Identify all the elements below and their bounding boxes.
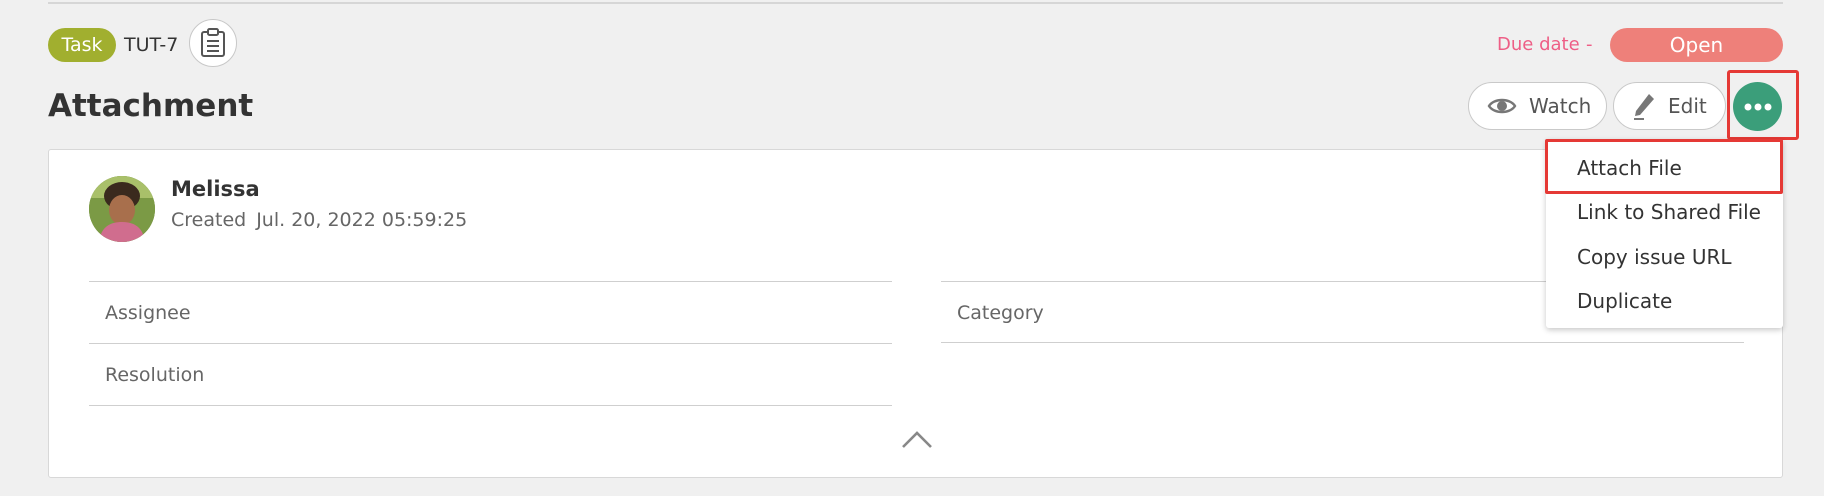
page-title: Attachment <box>48 88 254 124</box>
field-assignee[interactable]: Assignee <box>89 281 892 343</box>
avatar <box>89 176 155 242</box>
created-label: Created <box>171 209 247 231</box>
edit-label: Edit <box>1668 94 1707 118</box>
due-date-label: Due date <box>1497 34 1580 55</box>
issue-key: TUT-7 <box>124 34 179 56</box>
menu-item-link-shared-file[interactable]: Link to Shared File <box>1546 190 1783 234</box>
category-label: Category <box>957 302 1044 324</box>
watch-label: Watch <box>1529 94 1592 118</box>
due-date-value: - <box>1586 34 1593 55</box>
watch-button[interactable]: Watch <box>1468 82 1607 130</box>
more-actions-button[interactable] <box>1733 82 1782 131</box>
status-badge[interactable]: Open <box>1610 28 1783 62</box>
author-name: Melissa <box>171 177 260 201</box>
more-horizontal-icon <box>1744 103 1771 110</box>
eye-icon <box>1487 95 1517 117</box>
menu-item-duplicate[interactable]: Duplicate <box>1546 279 1783 323</box>
clipboard-icon <box>201 28 225 57</box>
copy-key-button[interactable] <box>189 19 237 67</box>
attach-file-highlight <box>1545 139 1783 194</box>
resolution-label: Resolution <box>105 364 205 386</box>
chevron-up-icon[interactable] <box>900 428 934 454</box>
issue-type-badge: Task <box>48 28 116 62</box>
top-divider <box>48 2 1783 4</box>
menu-item-copy-issue-url[interactable]: Copy issue URL <box>1546 235 1783 279</box>
edit-button[interactable]: Edit <box>1613 82 1726 130</box>
created-date: Jul. 20, 2022 05:59:25 <box>256 209 468 231</box>
pencil-icon <box>1632 92 1656 120</box>
field-resolution[interactable]: Resolution <box>89 343 892 406</box>
assignee-label: Assignee <box>105 302 191 324</box>
created-info: Created Jul. 20, 2022 05:59:25 <box>171 209 477 231</box>
